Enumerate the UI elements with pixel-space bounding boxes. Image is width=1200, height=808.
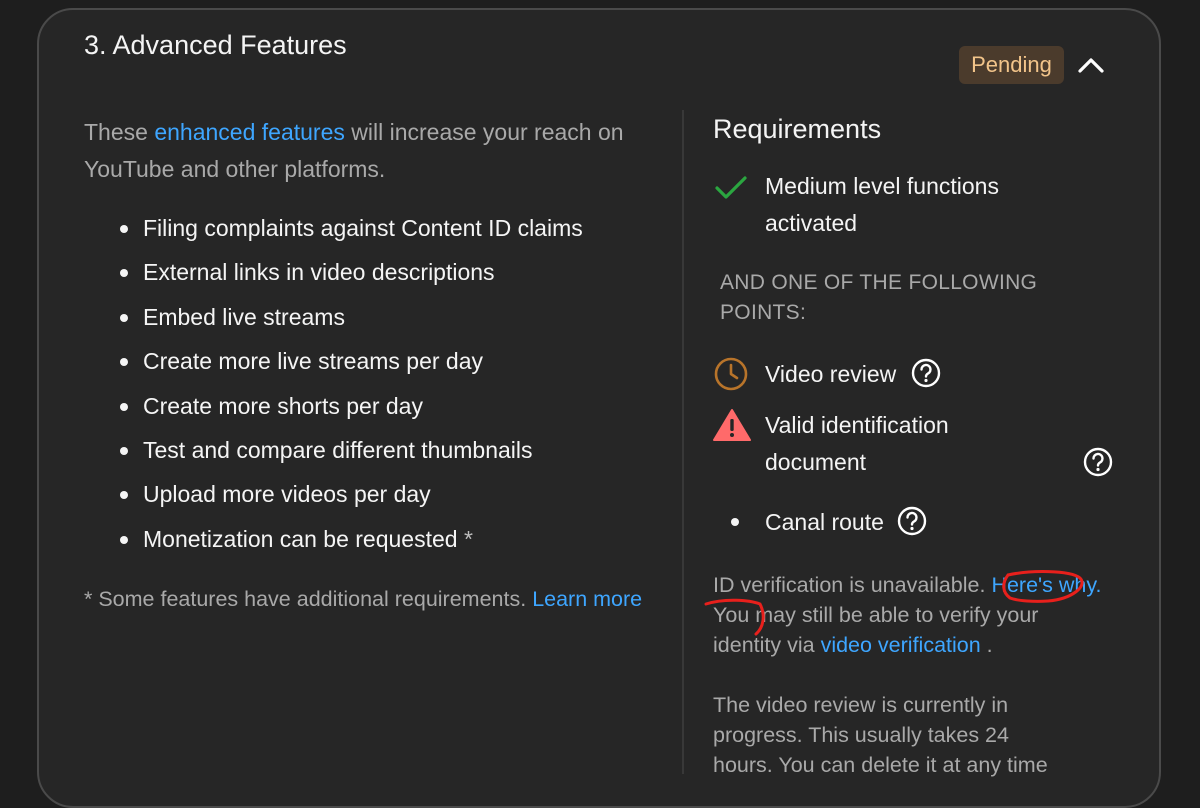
intro-text: These enhanced features will increase yo…	[84, 114, 664, 188]
list-item: External links in video descriptions	[116, 250, 583, 294]
requirement-medium-functions: Medium level functions activated	[765, 173, 999, 236]
bullet-icon	[731, 518, 739, 526]
feature-label: Test and compare different thumbnails	[143, 436, 533, 463]
video-review-notice: The video review is currently in progres…	[713, 693, 1048, 777]
feature-label: Create more live streams per day	[143, 348, 484, 375]
footnote-text: * Some features have additional requirem…	[84, 587, 533, 611]
help-icon[interactable]	[911, 358, 941, 388]
feature-label: External links in video descriptions	[143, 259, 495, 286]
clock-icon	[714, 357, 748, 391]
feature-label: Create more shorts per day	[143, 392, 423, 419]
help-icon[interactable]	[897, 506, 927, 536]
feature-label: Upload more videos per day	[143, 481, 431, 508]
status-badge: Pending	[959, 46, 1064, 84]
feature-label: Monetization can be requested	[143, 525, 458, 552]
list-item: Monetization can be requested *	[116, 517, 583, 561]
requirements-title: Requirements	[713, 114, 882, 144]
column-divider	[682, 110, 684, 774]
list-item: Filing complaints against Content ID cla…	[116, 206, 583, 250]
and-one-of-following: AND ONE OF THE FOLLOWING POINTS:	[720, 271, 1038, 324]
list-item: Create more shorts per day	[116, 384, 583, 428]
check-icon	[715, 176, 747, 199]
help-icon[interactable]	[1083, 447, 1113, 477]
option-canal-route: Canal route	[765, 509, 884, 535]
option-video-review: Video review	[765, 361, 897, 387]
learn-more-link[interactable]: Learn more	[532, 587, 642, 611]
feature-list: Filing complaints against Content ID cla…	[116, 206, 583, 561]
footnote: * Some features have additional requirem…	[84, 584, 644, 614]
feature-label: Filing complaints against Content ID cla…	[143, 215, 583, 241]
footnote-marker: *	[463, 525, 473, 552]
feature-label: Embed live streams	[143, 303, 345, 330]
warning-icon	[713, 409, 751, 441]
intro-text-start: These	[84, 119, 155, 145]
list-item: Embed live streams	[116, 295, 583, 339]
list-item: Create more live streams per day	[116, 339, 583, 383]
section-title: 3. Advanced Features	[84, 30, 347, 60]
enhanced-features-link[interactable]: enhanced features	[154, 119, 345, 145]
option-valid-id-document: Valid identification document	[765, 412, 949, 475]
list-item: Test and compare different thumbnails	[116, 428, 583, 472]
chevron-up-icon[interactable]	[1076, 50, 1106, 80]
red-annotation-mark	[704, 570, 1084, 636]
list-item: Upload more videos per day	[116, 472, 583, 516]
